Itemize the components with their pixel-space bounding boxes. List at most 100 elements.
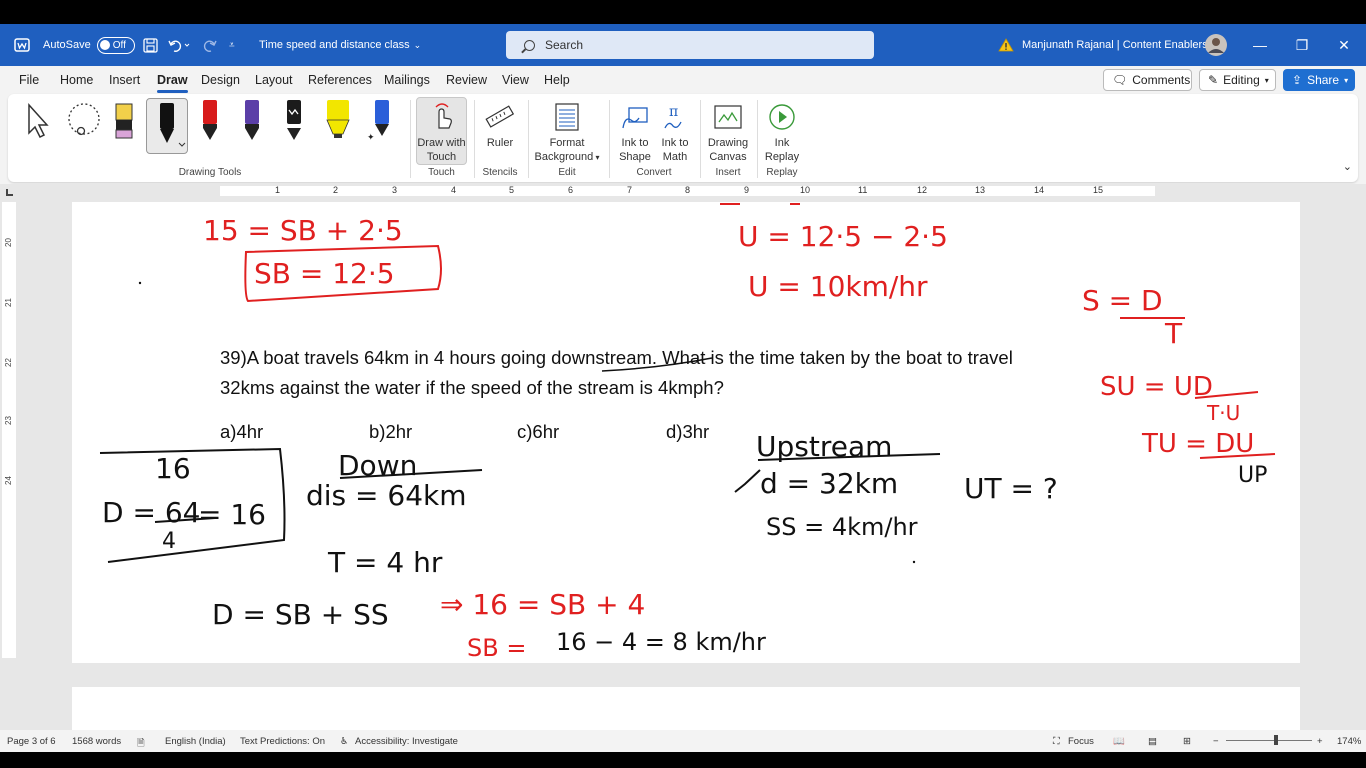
autosave-label: AutoSave (43, 39, 91, 51)
ruler-number: 14 (1034, 185, 1045, 195)
group-separator (528, 100, 529, 178)
horizontal-ruler[interactable]: 1 2 3 4 5 6 7 8 9 10 11 12 13 14 15 (220, 185, 1155, 196)
group-separator (757, 100, 758, 178)
autosave-toggle[interactable]: Off (96, 36, 135, 54)
customize-toolbar-icon[interactable]: ⩡ (229, 24, 235, 66)
ruler-number: 7 (627, 185, 633, 195)
ink-replay-button[interactable]: Ink Replay (760, 98, 804, 164)
ruler-number: 23 (3, 416, 13, 425)
word-count[interactable]: 1568 words (72, 736, 121, 747)
pen-red[interactable] (195, 100, 225, 144)
option-b[interactable]: b)2hr (369, 421, 412, 443)
document-title[interactable]: Time speed and distance class ⌄ (259, 24, 421, 66)
comments-button[interactable]: 🗨 Comments (1103, 69, 1192, 91)
web-layout-icon[interactable]: ⊞ (1183, 736, 1191, 747)
highlighter-yellow[interactable] (323, 100, 353, 144)
chevron-down-icon: ▾ (593, 153, 600, 162)
ruler-number: 4 (451, 185, 457, 195)
tab-layout[interactable]: Layout (255, 73, 293, 87)
group-separator (410, 100, 411, 178)
pen-purple[interactable] (237, 100, 267, 144)
tab-home[interactable]: Home (60, 73, 93, 87)
tab-design[interactable]: Design (201, 73, 240, 87)
tab-draw[interactable]: Draw (157, 73, 188, 93)
warning-icon[interactable] (998, 24, 1014, 66)
zoom-out-icon[interactable]: − (1213, 736, 1219, 747)
ink-to-math-icon: π (659, 102, 691, 132)
text-predictions[interactable]: Text Predictions: On (240, 736, 325, 747)
proofing-icon[interactable]: 🗎 (137, 736, 145, 752)
ruler-number: 10 (800, 185, 811, 195)
user-name[interactable]: Manjunath Rajanal | Content Enablers (1022, 24, 1208, 66)
accessibility-status[interactable]: Accessibility: Investigate (355, 736, 458, 747)
tab-review[interactable]: Review (446, 73, 487, 87)
ruler-button[interactable]: Ruler (478, 98, 522, 150)
ink-to-shape-button[interactable]: Ink to Shape (614, 98, 656, 164)
tab-help[interactable]: Help (544, 73, 570, 87)
ink-to-math-button[interactable]: π Ink to Math (656, 98, 694, 164)
tab-file[interactable]: File (19, 73, 39, 87)
chevron-down-icon: ▾ (1344, 75, 1349, 85)
option-c[interactable]: c)6hr (517, 421, 559, 443)
ruler-number: 12 (917, 185, 928, 195)
collapse-ribbon-icon[interactable]: ⌄ (1343, 160, 1352, 173)
ruler-number: 8 (685, 185, 691, 195)
group-separator (474, 100, 475, 178)
pencil-icon: ✎ (1208, 73, 1219, 87)
tab-mailings[interactable]: Mailings (384, 73, 430, 87)
question-text[interactable]: 39)A boat travels 64km in 4 hours going … (220, 343, 1160, 403)
ruler-number: 6 (568, 185, 574, 195)
focus-button[interactable]: Focus (1068, 736, 1094, 747)
search-icon (524, 39, 535, 51)
ruler-number: 3 (392, 185, 398, 195)
read-mode-icon[interactable]: 📖 (1113, 736, 1125, 747)
zoom-slider-track[interactable] (1226, 740, 1312, 741)
search-input[interactable]: Search (506, 31, 874, 59)
tab-insert[interactable]: Insert (109, 73, 140, 87)
eraser-icon[interactable] (114, 100, 134, 149)
group-stencils: Stencils (482, 167, 518, 178)
option-a[interactable]: a)4hr (220, 421, 263, 443)
autosave-control[interactable]: AutoSave Off (43, 24, 135, 66)
minimize-icon[interactable]: — (1240, 24, 1280, 66)
drawing-canvas-button[interactable]: Drawing Canvas (704, 98, 752, 164)
group-touch: Touch (428, 167, 455, 178)
save-icon[interactable] (143, 24, 158, 66)
redo-icon[interactable] (201, 24, 217, 66)
close-icon[interactable]: ✕ (1324, 24, 1364, 66)
draw-with-touch-button[interactable]: Draw with Touch (416, 97, 467, 165)
language[interactable]: English (India) (165, 736, 226, 747)
tab-selector-icon[interactable] (6, 189, 13, 196)
ruler-number: 1 (275, 185, 281, 195)
group-drawing-tools: Drawing Tools (178, 167, 242, 178)
pen-body (203, 100, 217, 124)
accessibility-icon: ♿ (340, 736, 349, 747)
option-d[interactable]: d)3hr (666, 421, 709, 443)
ruler-number: 5 (509, 185, 515, 195)
ruler-number: 15 (1093, 185, 1104, 195)
pen-galaxy[interactable]: ✦ (365, 100, 395, 144)
pen-black-pattern[interactable] (279, 100, 309, 144)
tab-references[interactable]: References (308, 73, 372, 87)
ruler-number: 13 (975, 185, 986, 195)
ruler-number: 11 (858, 185, 868, 195)
chevron-down-icon: ⌄ (413, 39, 422, 50)
zoom-in-icon[interactable]: + (1317, 736, 1323, 747)
vertical-ruler[interactable]: 20 21 22 23 24 (2, 202, 16, 658)
zoom-slider-thumb[interactable] (1274, 735, 1278, 745)
format-background-button[interactable]: Format Background ▾ (532, 98, 602, 165)
tab-view[interactable]: View (502, 73, 529, 87)
select-tool-icon[interactable] (24, 102, 54, 143)
ruler-icon (484, 102, 516, 132)
zoom-level[interactable]: 174% (1337, 736, 1361, 747)
avatar[interactable] (1204, 24, 1228, 66)
lasso-select-icon[interactable] (64, 102, 104, 143)
share-button[interactable]: ⇪ Share ▾ (1283, 69, 1355, 91)
restore-icon[interactable]: ❐ (1282, 24, 1322, 66)
editing-button[interactable]: ✎ Editing ▾ (1199, 69, 1276, 91)
page-count[interactable]: Page 3 of 6 (7, 736, 56, 747)
share-icon: ⇪ (1292, 73, 1303, 87)
print-layout-icon[interactable]: ▤ (1148, 736, 1157, 747)
undo-icon[interactable] (168, 24, 190, 66)
pen-black-selected[interactable] (146, 98, 188, 154)
